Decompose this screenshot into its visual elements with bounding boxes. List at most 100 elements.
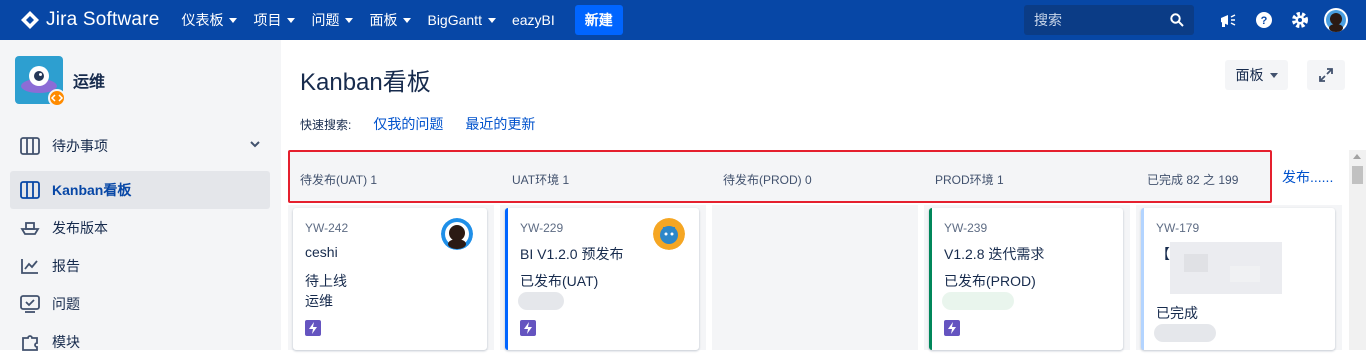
settings-gear-icon[interactable] (1282, 0, 1318, 40)
create-button[interactable]: 新建 (574, 5, 623, 35)
nav-issues-label: 问题 (311, 12, 340, 28)
backlog-icon (18, 134, 42, 158)
issue-card[interactable]: YW-239 V1.2.8 迭代需求 已发布(PROD) (929, 208, 1123, 350)
board-main: Kanban看板 面板 快速搜索: 仅我的问题 最近的更新 待发布(UAT) 1… (281, 40, 1366, 350)
search-icon[interactable] (1170, 13, 1184, 27)
jira-logo-icon (21, 11, 39, 29)
column-pending-prod (712, 205, 918, 350)
expand-icon (1319, 68, 1333, 82)
pixelated-block (1184, 254, 1208, 272)
issue-card[interactable]: YW-179 【 已完成 (1141, 208, 1335, 350)
nav-issues[interactable]: 问题 (303, 0, 361, 40)
chevron-down-icon (345, 17, 354, 23)
lightning-icon (944, 320, 960, 336)
top-navigation: Jira Software 仪表板 项目 问题 面板 BigGantt eazy… (0, 0, 1366, 40)
assignee-avatar[interactable] (653, 218, 685, 250)
board-icon (18, 178, 42, 202)
sidebar-item-reports[interactable]: 报告 (10, 247, 270, 285)
user-avatar[interactable] (1318, 0, 1354, 40)
project-avatar (15, 56, 66, 107)
notifications-megaphone-icon[interactable] (1210, 0, 1246, 40)
search-box[interactable] (1024, 5, 1194, 35)
sidebar-item-releases[interactable]: 发布版本 (10, 209, 270, 247)
project-header[interactable]: 运维 (15, 56, 106, 107)
issue-card[interactable]: YW-229 BI V1.2.0 预发布 已发布(UAT) (505, 208, 699, 350)
issue-component: 运维 (305, 293, 333, 309)
sidebar-item-label: Kanban看板 (52, 182, 132, 198)
puzzle-icon (18, 330, 42, 354)
nav-boards[interactable]: 面板 (361, 0, 419, 40)
quick-filters: 快速搜索: 仅我的问题 最近的更新 (300, 114, 535, 134)
blurred-field (1154, 324, 1216, 342)
issue-summary: V1.2.8 迭代需求 (944, 246, 1045, 262)
chevron-down-icon (229, 17, 238, 23)
nav-dashboards-label: 仪表板 (181, 12, 224, 28)
sidebar-item-label: 报告 (52, 258, 80, 274)
sidebar-item-label: 模块 (52, 334, 80, 350)
column-header-uat-env: UAT环境 1 (512, 173, 570, 187)
vertical-scrollbar[interactable] (1349, 150, 1366, 350)
chevron-down-icon[interactable] (250, 141, 260, 148)
issue-card[interactable]: YW-242 ceshi 待上线 运维 (293, 208, 487, 350)
fullscreen-button[interactable] (1307, 60, 1345, 90)
release-link[interactable]: 发布...... (1282, 167, 1333, 187)
sidebar-item-issues[interactable]: 问题 (10, 285, 270, 323)
sidebar-item-backlog[interactable]: 待办事项 (10, 127, 270, 165)
project-sidebar: 运维 待办事项 Kanban看板 发布版本 报告 问题 模块 (0, 40, 281, 351)
issue-status: 已发布(PROD) (944, 273, 1036, 289)
pixelated-block (1230, 266, 1260, 282)
assignee-avatar[interactable] (441, 218, 473, 250)
sidebar-item-label: 问题 (52, 296, 80, 312)
search-input[interactable] (1034, 12, 1164, 28)
page-title: Kanban看板 (300, 69, 431, 96)
code-badge-icon (48, 89, 66, 107)
sidebar-item-kanban-board[interactable]: Kanban看板 (10, 171, 270, 209)
sidebar-item-label: 待办事项 (52, 138, 108, 154)
column-header-pending-uat: 待发布(UAT) 1 (300, 173, 378, 187)
nav-biggantt[interactable]: BigGantt (419, 0, 503, 40)
nav-projects-label: 项目 (253, 12, 282, 28)
lightning-icon (520, 320, 536, 336)
issue-key[interactable]: YW-239 (944, 221, 987, 235)
chevron-down-icon (487, 17, 496, 23)
logo-text: Jira Software (46, 9, 160, 30)
column-header-prod-env: PROD环境 1 (935, 173, 1004, 187)
nav-dashboards[interactable]: 仪表板 (173, 0, 245, 40)
issue-summary: ceshi (305, 244, 338, 260)
issue-key[interactable]: YW-229 (520, 221, 563, 235)
quick-filter-recently-updated[interactable]: 最近的更新 (465, 114, 535, 134)
sidebar-item-label: 发布版本 (52, 220, 108, 236)
column-header-done: 已完成 82 之 199 (1147, 173, 1239, 187)
board-menu-button[interactable]: 面板 (1225, 60, 1288, 90)
board-menu-label: 面板 (1235, 67, 1264, 83)
scroll-up-icon[interactable] (1353, 154, 1361, 159)
blurred-field (518, 292, 564, 310)
nav-eazybi[interactable]: eazyBI (504, 0, 563, 40)
quick-filters-label: 快速搜索: (300, 117, 352, 132)
issue-key[interactable]: YW-242 (305, 221, 348, 235)
scrollbar-thumb[interactable] (1352, 166, 1363, 184)
issue-summary: 【 (1156, 246, 1170, 262)
blurred-field (942, 292, 1014, 310)
issues-icon (18, 292, 42, 316)
issue-status: 已完成 (1156, 305, 1198, 321)
project-name: 运维 (73, 74, 106, 91)
sidebar-item-components[interactable]: 模块 (10, 323, 270, 361)
help-icon[interactable]: ? (1246, 0, 1282, 40)
issue-status: 待上线 (305, 273, 347, 289)
issue-status: 已发布(UAT) (520, 273, 599, 289)
svg-text:?: ? (1261, 15, 1268, 27)
column-header-row: 待发布(UAT) 1 UAT环境 1 待发布(PROD) 0 PROD环境 1 … (288, 150, 1272, 203)
chart-icon (18, 254, 42, 278)
nav-projects[interactable]: 项目 (245, 0, 303, 40)
issue-key[interactable]: YW-179 (1156, 221, 1199, 235)
issue-summary: BI V1.2.0 预发布 (520, 246, 624, 262)
nav-biggantt-label: BigGantt (427, 12, 482, 28)
nav-boards-label: 面板 (369, 12, 398, 28)
chevron-down-icon (1269, 72, 1278, 78)
lightning-icon (305, 320, 321, 336)
jira-logo[interactable]: Jira Software (20, 0, 159, 40)
ship-icon (18, 216, 42, 240)
chevron-down-icon (287, 17, 296, 23)
quick-filter-my-issues[interactable]: 仅我的问题 (373, 114, 443, 134)
